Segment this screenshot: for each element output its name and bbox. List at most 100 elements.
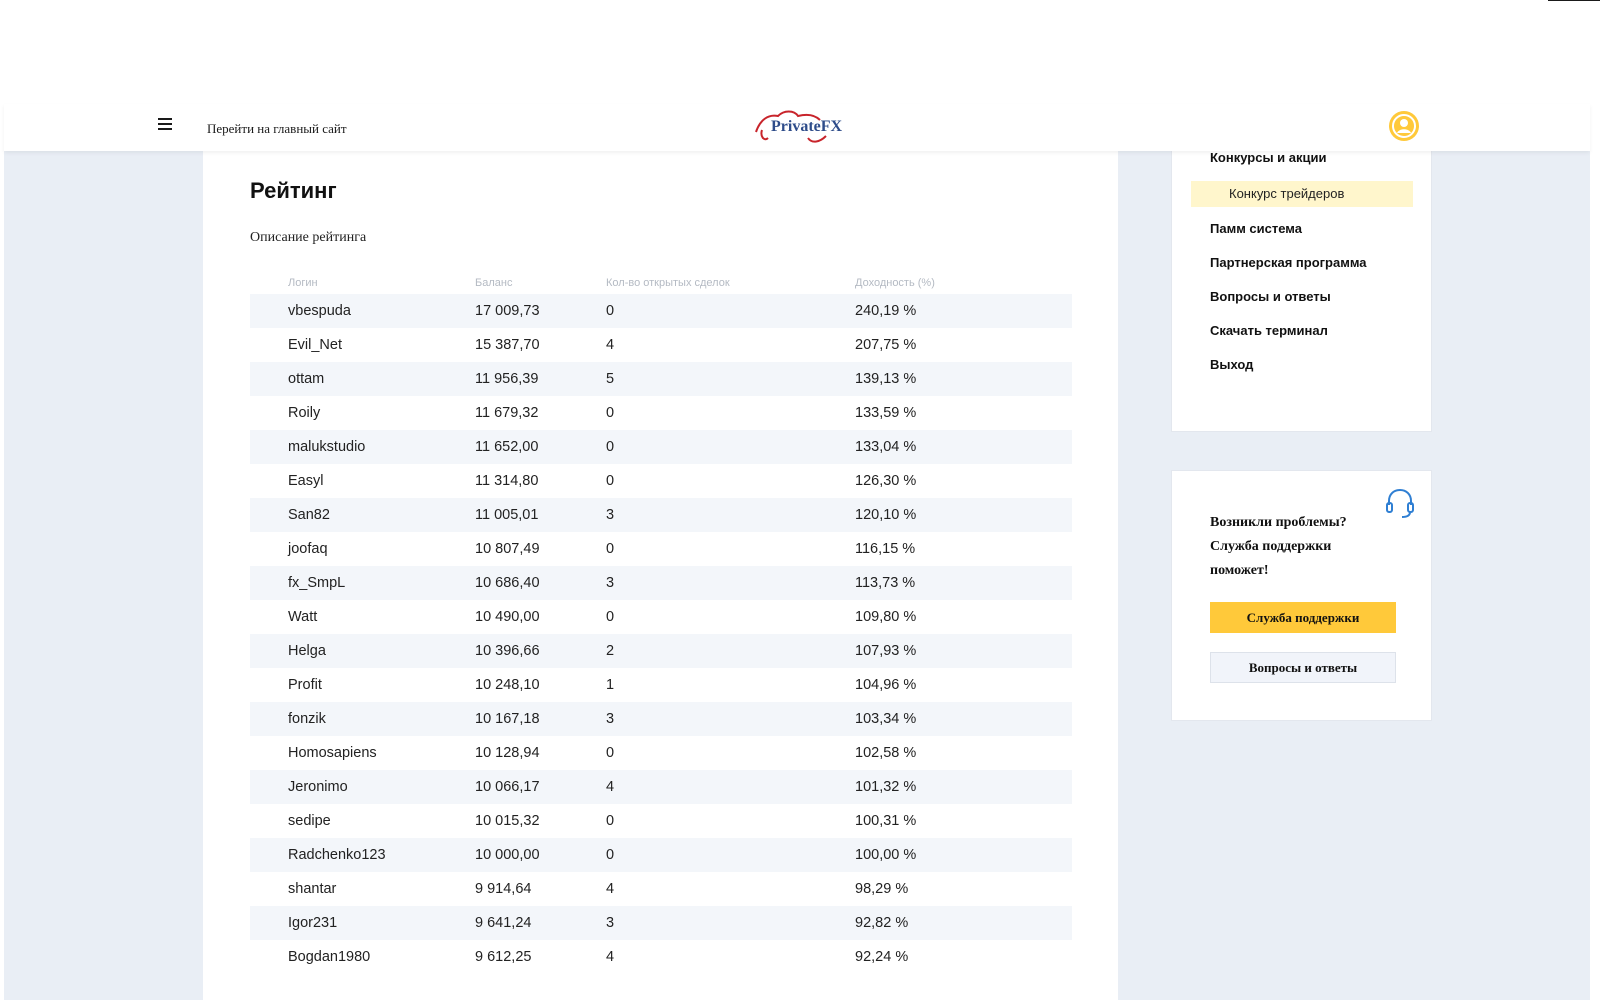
table-cell: 109,80 % (855, 609, 917, 625)
table-cell: 10 686,40 (475, 575, 540, 591)
table-row: vbespuda 17 009,73 0 240,19 % (250, 294, 1072, 328)
table-cell: 0 (606, 745, 615, 761)
table-cell: 113,73 % (855, 575, 916, 591)
table-cell: 0 (606, 847, 615, 863)
table-row: Jeronimo 10 066,17 4 101,32 % (250, 770, 1072, 804)
support-card: Возникли проблемы? Служба поддержки помо… (1171, 470, 1432, 721)
table-cell: Igor231 (288, 915, 338, 931)
table-row: shantar 9 914,64 4 98,29 % (250, 872, 1072, 906)
table-cell: shantar (288, 881, 337, 897)
table-cell: 100,00 % (855, 847, 917, 863)
sidebar-item-download[interactable]: Скачать терминал (1210, 323, 1328, 338)
rating-table: Логин Баланс Кол-во открытых сделок Доходно… (250, 272, 1072, 974)
sidebar-nav: Конкурсы и акции Конкурс трейдеров Памм … (1171, 150, 1432, 432)
sidebar-item-contests[interactable]: Конкурсы и акции (1210, 150, 1327, 165)
support-message: Возникли проблемы? Служба поддержки помо… (1210, 515, 1347, 578)
table-cell: fonzik (288, 711, 326, 727)
table-cell: Jeronimo (288, 779, 348, 795)
table-cell: 126,30 % (855, 473, 917, 489)
table-cell: 4 (606, 949, 615, 965)
column-header: Логин (288, 277, 318, 289)
main-content: Рейтинг Описание рейтинга Логин Баланс Кол… (203, 150, 1118, 1000)
table-cell: 133,59 % (855, 405, 917, 421)
table-row: Igor231 9 641,24 3 92,82 % (250, 906, 1072, 940)
table-row: Radchenko123 10 000,00 0 100,00 % (250, 838, 1072, 872)
table-cell: 92,82 % (855, 915, 909, 931)
table-cell: 4 (606, 779, 615, 795)
support-button[interactable]: Служба поддержки (1210, 602, 1396, 633)
table-cell: 11 005,01 (475, 507, 539, 523)
table-row: Evil_Net 15 387,70 4 207,75 % (250, 328, 1072, 362)
main-site-link[interactable]: Перейти на главный сайт (207, 121, 347, 137)
table-cell: 11 314,80 (475, 473, 539, 489)
user-avatar-icon[interactable] (1389, 111, 1419, 141)
table-row: Bogdan1980 9 612,25 4 92,24 % (250, 940, 1072, 974)
table-cell: Helga (288, 643, 326, 659)
table-cell: 3 (606, 507, 615, 523)
table-cell: 1 (606, 677, 615, 693)
sidebar-item-traders-contest[interactable]: Конкурс трейдеров (1191, 181, 1413, 207)
table-cell: 11 652,00 (475, 439, 539, 455)
table-cell: 104,96 % (855, 677, 917, 693)
table-row: Watt 10 490,00 0 109,80 % (250, 600, 1072, 634)
table-row: malukstudio 11 652,00 0 133,04 % (250, 430, 1072, 464)
logo[interactable]: PrivateFX (754, 108, 864, 148)
table-cell: 9 612,25 (475, 949, 532, 965)
table-cell: 4 (606, 337, 615, 353)
table-cell: 10 248,10 (475, 677, 540, 693)
table-cell: 0 (606, 405, 615, 421)
table-cell: ottam (288, 371, 325, 387)
table-cell: Bogdan1980 (288, 949, 371, 965)
table-cell: 10 490,00 (475, 609, 540, 625)
table-cell: 3 (606, 575, 615, 591)
sidebar-item-partner[interactable]: Партнерская программа (1210, 255, 1367, 270)
column-header: Доходность (%) (855, 277, 935, 289)
logo-text: PrivateFX (771, 118, 843, 135)
table-cell: Homosapiens (288, 745, 377, 761)
table-cell: 3 (606, 915, 615, 931)
table-row: sedipe 10 015,32 0 100,31 % (250, 804, 1072, 838)
table-cell: 9 641,24 (475, 915, 532, 931)
table-cell: 15 387,70 (475, 337, 540, 353)
headset-icon (1386, 488, 1414, 518)
table-cell: 0 (606, 303, 615, 319)
table-row: Roily 11 679,32 0 133,59 % (250, 396, 1072, 430)
top-header: Перейти на главный сайт PrivateFX (4, 104, 1590, 151)
table-cell: 5 (606, 371, 615, 387)
table-cell: 0 (606, 473, 615, 489)
table-cell: 0 (606, 813, 615, 829)
table-cell: 0 (606, 439, 615, 455)
table-cell: fx_SmpL (288, 575, 346, 591)
table-cell: Roily (288, 405, 321, 421)
table-cell: 120,10 % (855, 507, 917, 523)
table-cell: 102,58 % (855, 745, 917, 761)
sidebar-item-faq[interactable]: Вопросы и ответы (1210, 289, 1331, 304)
table-row: ottam 11 956,39 5 139,13 % (250, 362, 1072, 396)
table-cell: 0 (606, 541, 615, 557)
table-cell: 10 128,94 (475, 745, 540, 761)
table-row: San82 11 005,01 3 120,10 % (250, 498, 1072, 532)
table-cell: Evil_Net (288, 337, 342, 353)
table-row: Homosapiens 10 128,94 0 102,58 % (250, 736, 1072, 770)
sidebar-item-logout[interactable]: Выход (1210, 357, 1253, 372)
faq-button[interactable]: Вопросы и ответы (1210, 652, 1396, 683)
table-row: fx_SmpL 10 686,40 3 113,73 % (250, 566, 1072, 600)
burger-menu-icon[interactable] (158, 118, 172, 134)
table-cell: 10 807,49 (475, 541, 540, 557)
table-row: Profit 10 248,10 1 104,96 % (250, 668, 1072, 702)
table-cell: 2 (606, 643, 615, 659)
table-cell: 103,34 % (855, 711, 917, 727)
table-row: Helga 10 396,66 2 107,93 % (250, 634, 1072, 668)
sidebar-item-pamm[interactable]: Памм система (1210, 221, 1302, 236)
table-cell: Watt (288, 609, 318, 625)
table-cell: Profit (288, 677, 322, 693)
table-cell: 10 015,32 (475, 813, 540, 829)
column-header: Баланс (475, 277, 513, 289)
table-cell: malukstudio (288, 439, 366, 455)
table-header: Логин Баланс Кол-во открытых сделок Доходно… (250, 272, 1072, 294)
table-cell: 240,19 % (855, 303, 917, 319)
table-cell: 107,93 % (855, 643, 917, 659)
page-title: Рейтинг (250, 178, 337, 203)
rating-description: Описание рейтинга (250, 230, 367, 245)
table-cell: 207,75 % (855, 337, 917, 353)
